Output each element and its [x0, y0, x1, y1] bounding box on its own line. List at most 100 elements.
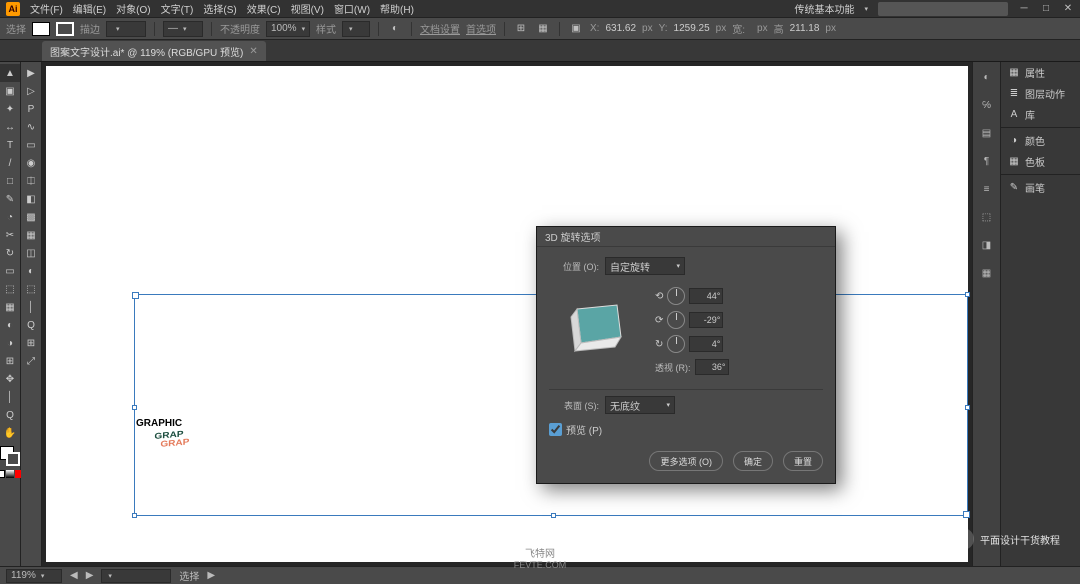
x-value[interactable]: 631.62	[605, 23, 636, 34]
column-graph-tool[interactable]: ◫	[21, 244, 41, 262]
rectangle-tool[interactable]: □	[0, 172, 20, 190]
line-tool[interactable]: /	[0, 154, 20, 172]
cancel-button[interactable]: 重置	[783, 451, 823, 471]
style-dropdown[interactable]	[342, 21, 370, 37]
normal-draw-mode-icon[interactable]	[0, 470, 5, 478]
perspective-input[interactable]	[695, 359, 729, 375]
paragraph-panel-icon[interactable]: ≡	[976, 178, 998, 200]
brushes-panel-tab[interactable]: ✎画笔	[1001, 177, 1080, 198]
surface-dropdown[interactable]: 无底纹▾	[605, 396, 675, 414]
swatches-panel-tab[interactable]: ▦色板	[1001, 151, 1080, 172]
shaper-tool[interactable]: ◔	[0, 208, 20, 226]
libraries-panel-tab[interactable]: A库	[1001, 104, 1080, 125]
slice-select-tool[interactable]: ⊞	[21, 334, 41, 352]
swatches-panel-icon[interactable]: ▤	[976, 122, 998, 144]
color-guide-panel-icon[interactable]: ℅	[976, 94, 998, 116]
symbol-sprayer-tool[interactable]: ⬚	[21, 280, 41, 298]
menu-effect[interactable]: 效果(C)	[247, 1, 281, 16]
preview-checkbox[interactable]: 预览 (P)	[549, 422, 602, 437]
warp-tool[interactable]: ▩	[21, 208, 41, 226]
status-nav-prev-icon[interactable]: ◀	[70, 570, 78, 581]
menu-select[interactable]: 选择(S)	[203, 1, 236, 16]
measure-tool[interactable]: │	[21, 298, 41, 316]
y-angle-dial[interactable]	[667, 311, 685, 329]
fill-swatch[interactable]	[32, 22, 50, 36]
character-panel-icon[interactable]: ¶	[976, 150, 998, 172]
layers-panel-tab[interactable]: ≣图层动作	[1001, 83, 1080, 104]
workspace-switcher[interactable]: 传统基本功能	[794, 1, 854, 16]
align-panel-icon[interactable]: ◨	[976, 234, 998, 256]
mesh-tool[interactable]: ◑	[0, 334, 20, 352]
artboard-tool[interactable]: ▣	[0, 82, 20, 100]
paintbrush-tool[interactable]: ✎	[0, 190, 20, 208]
properties-panel-tab[interactable]: ▦属性	[1001, 62, 1080, 83]
status-expand-icon[interactable]: ▶	[207, 570, 215, 581]
width-tool[interactable]: ▭	[0, 262, 20, 280]
position-dropdown[interactable]: 自定旋转▾	[605, 257, 685, 275]
curvature-tool[interactable]: ∿	[21, 118, 41, 136]
blend-tool[interactable]: │	[0, 388, 20, 406]
x-angle-dial[interactable]	[667, 287, 685, 305]
pen-tool[interactable]: P	[21, 100, 41, 118]
3d-rotate-dialog[interactable]: 3D 旋转选项 位置 (O): 自定旋转▾ ⟲ ⟳ ↻ 透视 (R): 表面	[536, 226, 836, 484]
x-angle-input[interactable]	[689, 288, 723, 304]
document-tab[interactable]: 图案文字设计.ai* @ 119% (RGB/GPU 预览) ✕	[42, 41, 266, 61]
color-panel-icon[interactable]: ◐	[976, 66, 998, 88]
menu-view[interactable]: 视图(V)	[291, 1, 324, 16]
shape-builder-tool[interactable]: ▦	[0, 298, 20, 316]
dialog-titlebar[interactable]: 3D 旋转选项	[537, 227, 835, 247]
gradient-tool[interactable]: ⊞	[0, 352, 20, 370]
ellipse-tool[interactable]: ◉	[21, 154, 41, 172]
doc-setup-link[interactable]: 文档设置	[420, 21, 460, 36]
rotation-cube-widget[interactable]	[559, 287, 635, 363]
color-indicator[interactable]	[0, 446, 20, 466]
ok-button[interactable]: 确定	[733, 451, 773, 471]
status-nav-next-icon[interactable]: ▶	[86, 570, 94, 581]
anchor-icon[interactable]: ▣	[568, 21, 584, 37]
brush-dropdown[interactable]: —	[163, 21, 203, 37]
zoom-tool[interactable]: Q	[0, 406, 20, 424]
z-angle-dial[interactable]	[667, 335, 685, 353]
pathfinder-panel-icon[interactable]: ▦	[976, 262, 998, 284]
direct-select-tool[interactable]: ▶	[21, 64, 41, 82]
free-transform-tool[interactable]: ⬚	[0, 280, 20, 298]
opacity-dropdown[interactable]: 100%	[266, 21, 310, 37]
live-paint-tool[interactable]: ▦	[21, 226, 41, 244]
group-select-tool[interactable]: ▷	[21, 82, 41, 100]
slice-tool[interactable]: ◐	[21, 262, 41, 280]
eraser-tool[interactable]: ⎅	[21, 172, 41, 190]
menu-type[interactable]: 文字(T)	[161, 1, 194, 16]
minimize-icon[interactable]: ─	[1018, 3, 1030, 14]
menu-file[interactable]: 文件(F)	[30, 1, 63, 16]
transform-icon[interactable]: ▦	[535, 21, 551, 37]
stroke-color-icon[interactable]	[6, 452, 20, 466]
menu-edit[interactable]: 编辑(E)	[73, 1, 106, 16]
magic-wand-tool[interactable]: ✦	[0, 100, 20, 118]
selection-tool[interactable]: ▲	[0, 64, 20, 82]
menu-object[interactable]: 对象(O)	[116, 1, 150, 16]
y-value[interactable]: 1259.25	[674, 23, 710, 34]
tab-close-icon[interactable]: ✕	[249, 46, 257, 57]
menu-help[interactable]: 帮助(H)	[380, 1, 414, 16]
more-options-button[interactable]: 更多选项 (O)	[649, 451, 723, 471]
prefs-link[interactable]: 首选项	[466, 21, 496, 36]
scissors-tool[interactable]: ✂	[0, 226, 20, 244]
print-tiling-tool[interactable]: Q	[21, 316, 41, 334]
scale-tool[interactable]: ◧	[21, 190, 41, 208]
align-icon[interactable]: ⊞	[513, 21, 529, 37]
stroke-swatch[interactable]	[56, 22, 74, 36]
move-tool[interactable]: ⤢	[21, 352, 41, 370]
menu-window[interactable]: 窗口(W)	[334, 1, 370, 16]
type-tool[interactable]: T	[0, 136, 20, 154]
color-panel-tab[interactable]: ◑颜色	[1001, 130, 1080, 151]
rotate-tool[interactable]: ↻	[0, 244, 20, 262]
z-angle-input[interactable]	[689, 336, 723, 352]
zoom-dropdown[interactable]: 119%	[6, 569, 62, 583]
recolor-icon[interactable]: ◐	[387, 21, 403, 37]
h-value[interactable]: 211.18	[790, 23, 820, 34]
close-icon[interactable]: ✕	[1062, 3, 1074, 14]
eyedropper-tool[interactable]: ✥	[0, 370, 20, 388]
transform-panel-icon[interactable]: ⬚	[976, 206, 998, 228]
hand-tool[interactable]: ✋	[0, 424, 20, 442]
search-input[interactable]	[878, 2, 1008, 16]
